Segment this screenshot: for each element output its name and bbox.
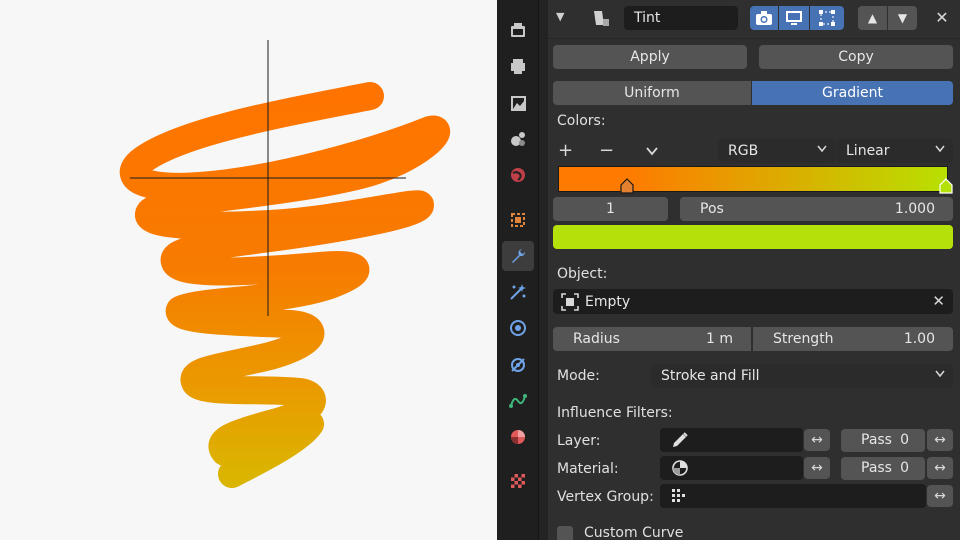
layer-pass-invert-button[interactable]: ↔ <box>927 429 953 451</box>
custom-curve-label: Custom Curve <box>584 525 684 540</box>
modifier-panel: ▼ Tint ▲ ▼ ✕ Apply Copy Uniform Gradient… <box>548 0 960 540</box>
chevron-down-icon <box>935 370 945 378</box>
material-icon[interactable] <box>502 422 534 452</box>
strength-field[interactable]: Strength 1.00 <box>753 327 953 351</box>
object-field[interactable]: Empty ✕ <box>553 289 953 314</box>
grease-pencil-stroke <box>119 82 450 488</box>
constraints-icon[interactable] <box>502 350 534 380</box>
material-field[interactable] <box>660 456 803 480</box>
empty-object-icon <box>561 293 579 311</box>
active-stop-index[interactable]: 1 <box>553 197 668 221</box>
mode-value: Stroke and Fill <box>661 368 760 384</box>
strength-value: 1.00 <box>903 331 935 347</box>
tint-modifier-icon <box>590 7 612 29</box>
chevron-down-icon <box>817 145 827 153</box>
stop-position-field[interactable]: Pos 1.000 <box>680 197 953 221</box>
tool-icon[interactable] <box>502 15 534 45</box>
vertex-group-icon <box>672 489 685 502</box>
color-mode-select[interactable]: RGB <box>718 139 835 163</box>
modifier-name-input[interactable]: Tint <box>624 6 738 30</box>
material-pass-invert-button[interactable]: ↔ <box>927 457 953 479</box>
radius-label: Radius <box>573 331 620 347</box>
radius-field[interactable]: Radius 1 m <box>553 327 751 351</box>
color-ramp[interactable] <box>558 166 948 192</box>
pencil-icon <box>673 432 688 447</box>
material-sphere-icon <box>672 460 688 476</box>
radius-value: 1 m <box>706 331 733 347</box>
stop-position-label: Pos <box>700 201 724 217</box>
vertex-group-invert-button[interactable]: ↔ <box>927 485 953 507</box>
mode-select[interactable]: Stroke and Fill <box>651 364 953 388</box>
material-invert-button[interactable]: ↔ <box>804 457 830 479</box>
active-stop-index-value: 1 <box>606 201 615 217</box>
layer-pass-field[interactable]: Pass 0 <box>841 429 925 452</box>
material-label: Material: <box>557 461 619 477</box>
influence-filters-label: Influence Filters: <box>557 405 673 421</box>
vertex-group-label: Vertex Group: <box>557 489 654 505</box>
physics-icon[interactable] <box>502 313 534 343</box>
monitor-icon[interactable] <box>779 6 809 30</box>
view-layer-icon[interactable] <box>502 124 534 154</box>
modifier-icon[interactable] <box>502 241 534 271</box>
panel-gutter <box>539 0 548 540</box>
vertex-group-field[interactable] <box>660 484 926 508</box>
add-stop-icon[interactable]: + <box>558 140 573 161</box>
output-icon[interactable] <box>502 88 534 118</box>
collapse-chevron-icon[interactable]: ▼ <box>556 10 570 26</box>
camera-icon[interactable] <box>750 6 778 30</box>
layer-label: Layer: <box>557 433 601 449</box>
uniform-tab[interactable]: Uniform <box>553 81 751 105</box>
texture-icon[interactable] <box>502 466 534 496</box>
strength-label: Strength <box>773 331 834 347</box>
chevron-down-icon <box>935 145 945 153</box>
layer-invert-button[interactable]: ↔ <box>804 429 830 451</box>
copy-button[interactable]: Copy <box>759 45 953 69</box>
viewport[interactable] <box>0 0 497 540</box>
stroke-canvas[interactable] <box>0 0 497 540</box>
layer-field[interactable] <box>660 428 803 452</box>
render-icon[interactable] <box>502 51 534 81</box>
layer-pass-label: Pass <box>861 432 892 448</box>
apply-button[interactable]: Apply <box>553 45 747 69</box>
chevron-down-icon[interactable] <box>645 144 659 158</box>
particles-icon[interactable] <box>502 277 534 307</box>
custom-curve-checkbox[interactable] <box>557 526 573 540</box>
colors-label: Colors: <box>557 113 606 129</box>
stop-color-swatch[interactable] <box>553 225 953 249</box>
data-icon[interactable] <box>502 386 534 416</box>
object-label: Object: <box>557 266 608 282</box>
move-up-button[interactable]: ▲ <box>858 6 887 30</box>
close-icon[interactable]: ✕ <box>932 8 952 28</box>
interpolation-value: Linear <box>846 143 890 159</box>
move-down-button[interactable]: ▼ <box>888 6 917 30</box>
color-mode-value: RGB <box>728 143 759 159</box>
material-pass-label: Pass <box>861 460 892 476</box>
material-pass-value: 0 <box>900 460 909 476</box>
stop-position-value: 1.000 <box>894 201 935 217</box>
gradient-tab[interactable]: Gradient <box>752 81 953 105</box>
interpolation-select[interactable]: Linear <box>836 139 953 163</box>
clear-object-icon[interactable]: ✕ <box>932 292 945 310</box>
color-stop-marker[interactable] <box>620 178 634 194</box>
header-divider <box>548 38 960 39</box>
remove-stop-icon[interactable]: − <box>599 140 614 161</box>
material-pass-field[interactable]: Pass 0 <box>841 457 925 480</box>
properties-tab-strip <box>497 0 539 540</box>
mode-label: Mode: <box>557 368 600 384</box>
color-stop-marker-active[interactable] <box>939 178 953 194</box>
world-icon[interactable] <box>502 160 534 190</box>
edit-mode-icon[interactable] <box>810 6 844 30</box>
object-value: Empty <box>585 293 631 310</box>
layer-pass-value: 0 <box>900 432 909 448</box>
object-icon[interactable] <box>502 205 534 235</box>
